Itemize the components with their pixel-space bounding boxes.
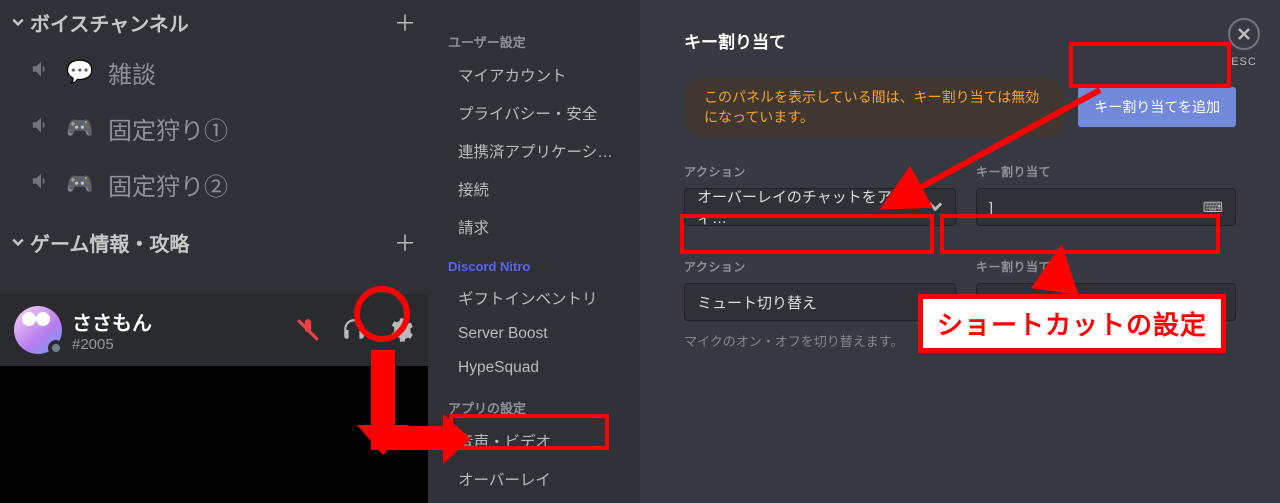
- keybind-input-2[interactable]: CTRL + SHIFT + Z ⌨: [976, 283, 1236, 321]
- voice-channel[interactable]: 💬 雑談: [12, 44, 416, 100]
- settings-sidebar: ユーザー設定 マイアカウント プライバシー・安全 連携済アプリケーショ… 接続 …: [428, 0, 640, 503]
- headphones-icon[interactable]: [340, 316, 368, 344]
- speaker-icon: [30, 58, 52, 87]
- action-select-2[interactable]: ミュート切り替え: [684, 283, 956, 321]
- nav-hype[interactable]: HypeSquad: [448, 352, 634, 384]
- page-title: キー割り当て: [684, 28, 1236, 53]
- close-settings[interactable]: ESC: [1228, 18, 1260, 68]
- action-value: オーバーレイのチャットをアクティ…: [697, 186, 928, 228]
- add-channel-icon[interactable]: ＋: [394, 226, 416, 258]
- keybind-label: キー割り当て: [976, 258, 1236, 275]
- group-title: ボイスチャンネル: [30, 8, 189, 37]
- section-header: ユーザー設定: [448, 32, 634, 51]
- server-channel-panel: ボイスチャンネル ＋ 💬 雑談 🎮 固定狩り① 🎮 固定狩り②: [0, 0, 428, 366]
- add-channel-icon[interactable]: ＋: [394, 6, 416, 38]
- speaker-icon: [30, 114, 52, 143]
- voice-channel[interactable]: 🎮 固定狩り①: [12, 100, 416, 156]
- user-tag: #2005: [72, 336, 284, 353]
- group-title: ゲーム情報・攻略: [30, 228, 189, 257]
- nav-privacy[interactable]: プライバシー・安全: [448, 95, 634, 131]
- section-header-nitro: Discord Nitro: [448, 259, 634, 274]
- chevron-down-icon: [12, 236, 24, 248]
- chevron-down-icon: [927, 294, 943, 310]
- channel-name: 固定狩り①: [108, 111, 228, 146]
- nav-billing[interactable]: 請求: [448, 209, 634, 245]
- game-info-header[interactable]: ゲーム情報・攻略 ＋: [12, 220, 416, 264]
- keyboard-icon: ⌨: [1203, 294, 1223, 311]
- nav-my-account[interactable]: マイアカウント: [448, 57, 634, 93]
- nav-notify[interactable]: 通知: [448, 499, 634, 503]
- action-value: ミュート切り替え: [697, 292, 817, 313]
- gamepad-icon: 🎮: [66, 171, 94, 197]
- gear-icon[interactable]: [386, 316, 414, 344]
- keybind-label: キー割り当て: [976, 163, 1236, 180]
- speaker-icon: [30, 170, 52, 199]
- keybind-value: ]: [989, 199, 993, 215]
- status-indicator: [48, 340, 64, 356]
- username: ささもん: [72, 307, 284, 336]
- voice-channel[interactable]: 🎮 固定狩り②: [12, 156, 416, 212]
- section-header-app: アプリの設定: [448, 398, 634, 417]
- nav-connections[interactable]: 接続: [448, 171, 634, 207]
- nav-overlay[interactable]: オーバーレイ: [448, 461, 634, 497]
- warning-banner: このパネルを表示している間は、キー割り当ては無効になっています。: [684, 77, 1064, 137]
- user-footer: ささもん #2005: [0, 294, 428, 366]
- keybind-input-1[interactable]: ] ⌨: [976, 188, 1236, 226]
- settings-content: キー割り当て このパネルを表示している間は、キー割り当ては無効になっています。 …: [640, 0, 1280, 503]
- action-label: アクション: [684, 163, 956, 180]
- nav-apps[interactable]: 連携済アプリケーショ…: [448, 133, 634, 169]
- keybind-help: マイクのオン・オフを切り替えます。: [684, 331, 956, 350]
- action-select-1[interactable]: オーバーレイのチャットをアクティ…: [684, 188, 956, 226]
- mute-mic-icon[interactable]: [294, 316, 322, 344]
- voice-channels-header[interactable]: ボイスチャンネル ＋: [12, 0, 416, 44]
- action-label: アクション: [684, 258, 956, 275]
- channel-name: 雑談: [108, 55, 156, 90]
- close-icon[interactable]: [1228, 18, 1260, 50]
- nav-boost[interactable]: Server Boost: [448, 318, 634, 350]
- gamepad-icon: 🎮: [66, 115, 94, 141]
- channel-name: 固定狩り②: [108, 167, 228, 202]
- nav-gift[interactable]: ギフトインベントリ: [448, 280, 634, 316]
- add-keybind-button[interactable]: キー割り当てを追加: [1078, 87, 1236, 127]
- chevron-down-icon: [928, 199, 943, 215]
- nav-voice[interactable]: 音声・ビデオ: [448, 423, 634, 459]
- esc-label: ESC: [1228, 56, 1260, 68]
- keyboard-icon: ⌨: [1203, 199, 1223, 216]
- keybind-value: CTRL + SHIFT + Z: [989, 294, 1106, 310]
- speech-icon: 💬: [66, 59, 94, 85]
- chevron-down-icon: [12, 16, 24, 28]
